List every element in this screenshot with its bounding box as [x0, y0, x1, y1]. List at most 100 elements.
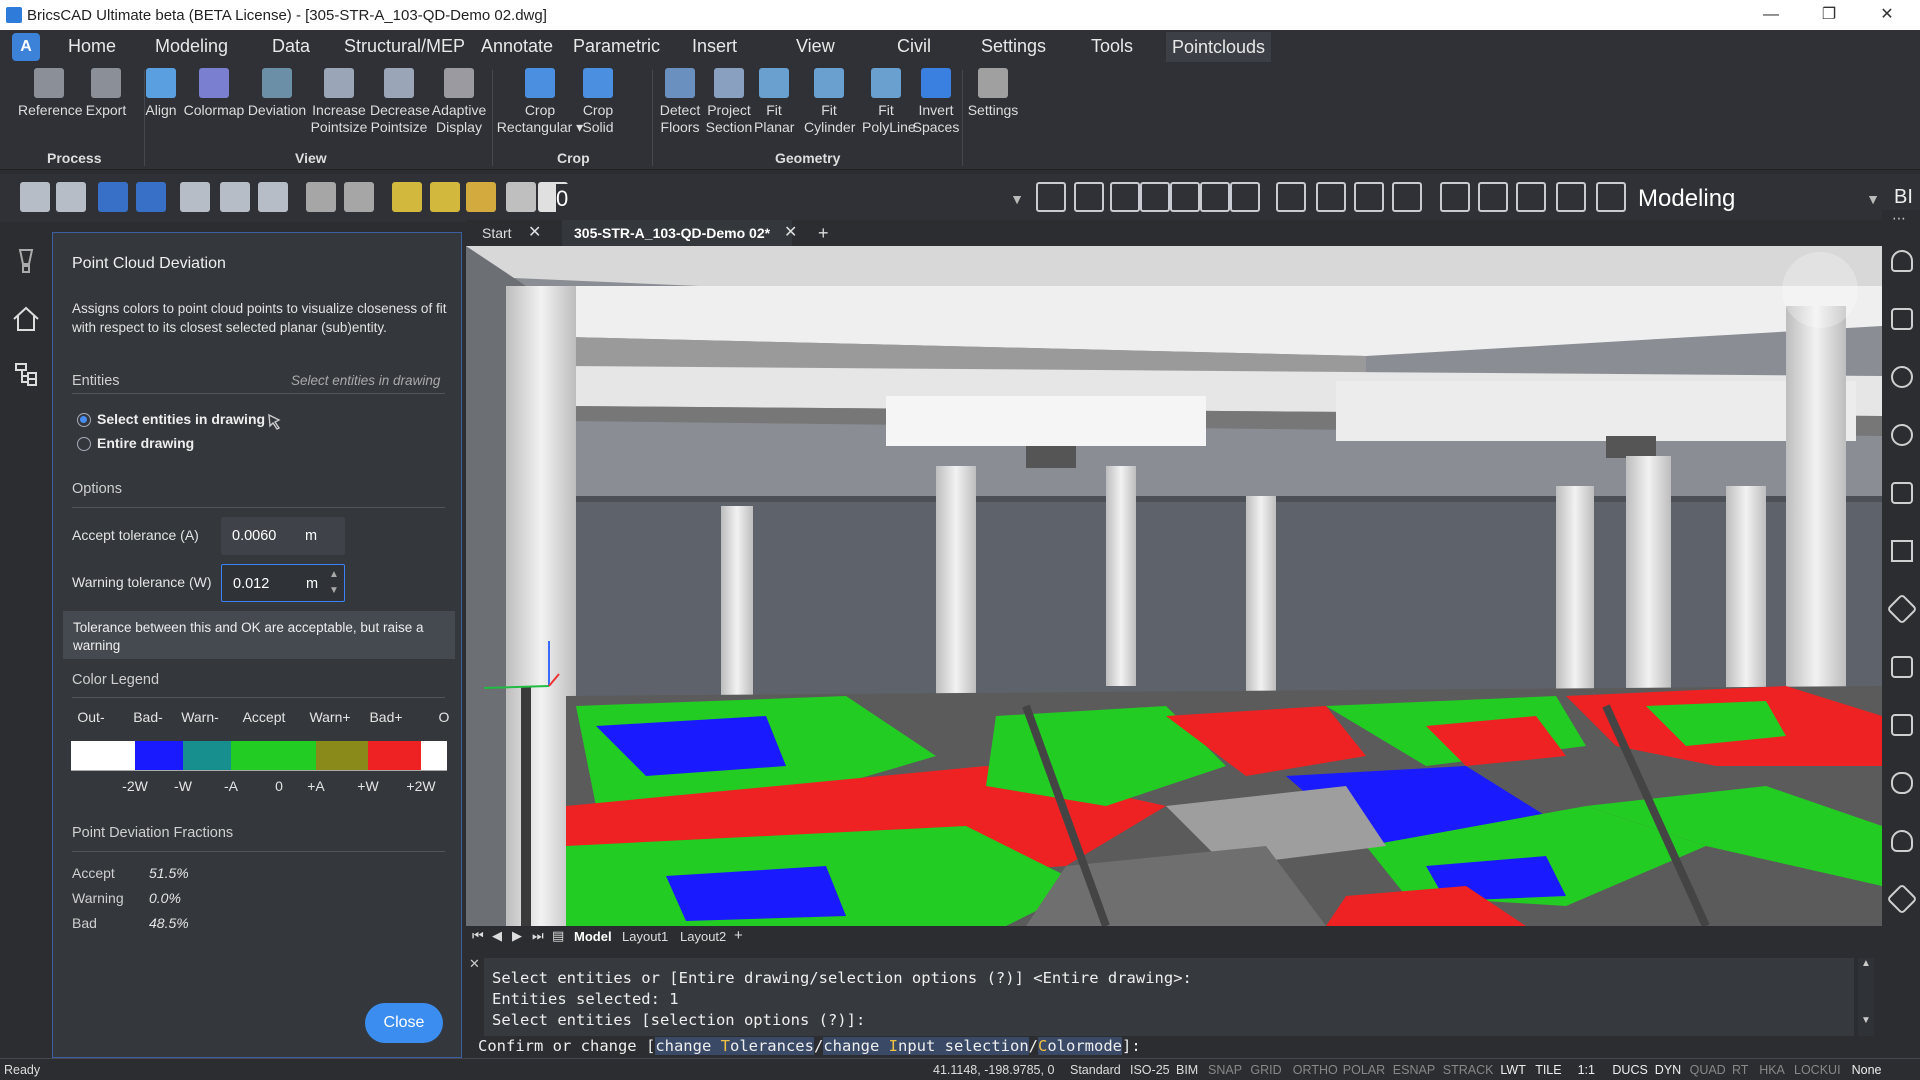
ribbon-settings-button[interactable]: Settings: [962, 68, 1024, 119]
ribbon-detect-floors-button[interactable]: Detect Floors: [656, 68, 704, 136]
tab-layout1[interactable]: Layout1: [622, 929, 668, 944]
ribbon-adaptive-display-button[interactable]: Adaptive Display: [430, 68, 488, 136]
library-icon[interactable]: [1891, 714, 1913, 736]
accept-tolerance-field[interactable]: 0.0060 m: [221, 517, 345, 555]
status-mode[interactable]: BIM: [1176, 1063, 1198, 1077]
pin-icon[interactable]: [1886, 883, 1918, 915]
close-window-button[interactable]: ✕: [1864, 3, 1910, 27]
properties-icon[interactable]: [1891, 308, 1913, 330]
redo-icon[interactable]: [344, 182, 374, 212]
lightbulb-icon[interactable]: [14, 248, 38, 276]
layout-icon[interactable]: [1440, 182, 1470, 212]
menu-modeling[interactable]: Modeling: [155, 36, 228, 57]
status-toggle-11[interactable]: 1:1: [1578, 1063, 1595, 1077]
layer-dropdown[interactable]: 0 ▼: [556, 184, 1028, 214]
ribbon-fit-cylinder-button[interactable]: Fit Cylinder: [804, 68, 855, 136]
menu-pointclouds[interactable]: Pointclouds: [1166, 32, 1272, 62]
ribbon-crop-solid-button[interactable]: Crop Solid: [578, 68, 618, 136]
lightbulb-icon[interactable]: [1891, 250, 1913, 272]
option-change-tolerances[interactable]: change Tolerances: [655, 1037, 814, 1055]
status-toggle-tile[interactable]: TILE: [1535, 1063, 1561, 1077]
hatch-icon[interactable]: [1891, 424, 1913, 446]
radio-select-entities[interactable]: [77, 413, 91, 427]
status-toggle-hka[interactable]: HKA: [1759, 1063, 1785, 1077]
toolbar-overflow[interactable]: BI: [1894, 186, 1913, 209]
minimize-button[interactable]: —: [1748, 3, 1794, 27]
status-toggle-snap[interactable]: SNAP: [1208, 1063, 1242, 1077]
tab-start[interactable]: Start: [482, 220, 512, 246]
close-button[interactable]: Close: [365, 1003, 443, 1043]
layer-freeze-icon[interactable]: [430, 182, 460, 212]
status-toggle-none[interactable]: None: [1852, 1063, 1882, 1077]
undo-icon[interactable]: [306, 182, 336, 212]
command-scrollbar[interactable]: ▲ ▼: [1858, 958, 1874, 1036]
ribbon-fit-planar-button[interactable]: Fit Planar: [754, 68, 794, 136]
ribbon-fit-polyline-button[interactable]: Fit PolyLine: [862, 68, 916, 136]
new-icon[interactable]: [20, 182, 50, 212]
next-layout-icon[interactable]: ▶: [512, 928, 522, 944]
status-toggle-ortho[interactable]: ORTHO: [1293, 1063, 1338, 1077]
layer-lock-icon[interactable]: [466, 182, 496, 212]
home-icon[interactable]: [12, 306, 40, 332]
menu-view[interactable]: View: [796, 36, 835, 57]
balloon-icon[interactable]: [1891, 366, 1913, 388]
status-toggle-dyn[interactable]: DYN: [1655, 1063, 1681, 1077]
first-layout-icon[interactable]: ⏮: [472, 928, 484, 944]
attachments-icon[interactable]: [1891, 772, 1913, 794]
settings-icon[interactable]: [1516, 182, 1546, 212]
view-iso-icon[interactable]: [1316, 182, 1346, 212]
fullscreen-icon[interactable]: [1596, 182, 1626, 212]
app-menu-button[interactable]: A: [12, 33, 40, 61]
prev-layout-icon[interactable]: ◀: [492, 928, 502, 944]
status-toggle-strack[interactable]: STRACK: [1443, 1063, 1494, 1077]
close-tab-document-icon[interactable]: ✕: [784, 220, 797, 246]
ribbon-reference-button[interactable]: Reference: [18, 68, 83, 119]
menu-civil[interactable]: Civil: [897, 36, 931, 57]
status-toggle-polar[interactable]: POLAR: [1343, 1063, 1385, 1077]
layout-list-icon[interactable]: ▤: [552, 928, 564, 944]
status-toggle-grid[interactable]: GRID: [1250, 1063, 1281, 1077]
menu-settings[interactable]: Settings: [981, 36, 1046, 57]
status-toggle-esnap[interactable]: ESNAP: [1393, 1063, 1435, 1077]
cloud-icon[interactable]: [1891, 830, 1913, 852]
menu-home[interactable]: Home: [68, 36, 116, 57]
snap-icon[interactable]: [1478, 182, 1508, 212]
menu-annotate[interactable]: Annotate: [481, 36, 553, 57]
status-toggle-lockui[interactable]: LOCKUI: [1794, 1063, 1841, 1077]
draw-order-icon[interactable]: [1074, 182, 1104, 212]
warning-tolerance-field[interactable]: 0.012 m ▲ ▼: [221, 564, 345, 602]
restore-button[interactable]: ❐: [1806, 3, 1852, 27]
view-sphere-icon[interactable]: [1354, 182, 1384, 212]
ribbon-project-section-button[interactable]: Project Section: [704, 68, 754, 136]
close-command-icon[interactable]: ✕: [469, 956, 480, 972]
view-cube-icon[interactable]: [1392, 182, 1422, 212]
status-text-style[interactable]: Standard: [1070, 1063, 1121, 1077]
plot-icon[interactable]: [220, 182, 250, 212]
last-layout-icon[interactable]: ⏭: [532, 928, 544, 944]
status-dim-style[interactable]: ISO-25: [1130, 1063, 1170, 1077]
status-toggle-ducs[interactable]: DUCS: [1612, 1063, 1647, 1077]
ribbon-increase-pointsize-button[interactable]: Increase Pointsize: [310, 68, 368, 136]
menu-insert[interactable]: Insert: [692, 36, 737, 57]
status-toggle-quad[interactable]: QUAD: [1690, 1063, 1726, 1077]
close-tab-start-icon[interactable]: ✕: [528, 220, 541, 246]
print-preview-icon[interactable]: [180, 182, 210, 212]
workspace-dropdown[interactable]: Modeling ▼: [1638, 184, 1884, 214]
radio-entire-drawing[interactable]: [77, 437, 91, 451]
option-colormode[interactable]: Colormode: [1038, 1037, 1122, 1055]
radio-entire-drawing-label[interactable]: Entire drawing: [97, 435, 194, 451]
ribbon-panel-icon[interactable]: [1891, 482, 1913, 504]
select-icon[interactable]: [1110, 182, 1140, 212]
ribbon-deviation-button[interactable]: Deviation: [246, 68, 308, 119]
tab-layout2[interactable]: Layout2: [680, 929, 726, 944]
batch-plot-icon[interactable]: [258, 182, 288, 212]
save-icon[interactable]: [98, 182, 128, 212]
move-icon[interactable]: [1036, 182, 1066, 212]
spin-down-icon[interactable]: ▼: [327, 585, 341, 599]
menu-data[interactable]: Data: [272, 36, 310, 57]
select-similar-icon[interactable]: [1140, 182, 1170, 212]
ribbon-export-button[interactable]: Export: [82, 68, 130, 119]
tab-model[interactable]: Model: [574, 929, 612, 944]
spin-up-icon[interactable]: ▲: [327, 569, 341, 583]
structure-tree-icon[interactable]: [12, 360, 40, 388]
